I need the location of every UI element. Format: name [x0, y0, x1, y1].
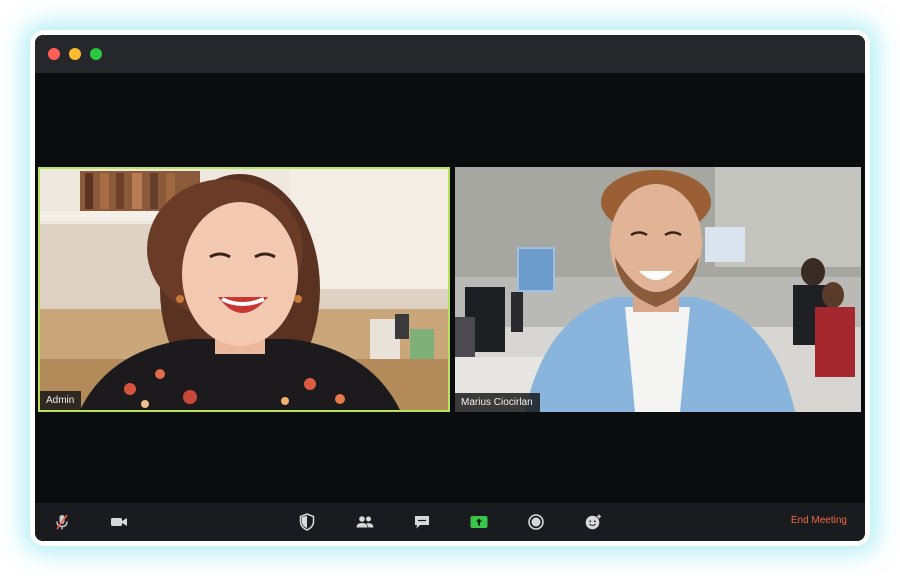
- title-bar: [35, 35, 865, 73]
- meeting-window: Admin Marius Ciocirlan End Meeting: [35, 35, 865, 541]
- mute-mic-icon[interactable]: [52, 512, 72, 532]
- share-screen-icon[interactable]: [469, 512, 489, 532]
- video-camera-icon[interactable]: [109, 512, 129, 532]
- chat-icon[interactable]: [412, 512, 432, 532]
- reactions-icon[interactable]: [583, 512, 603, 532]
- close-window-button[interactable]: [48, 48, 60, 60]
- participant-video-admin: [40, 169, 448, 410]
- end-meeting-button[interactable]: End Meeting: [791, 515, 847, 526]
- video-tile-marius[interactable]: Marius Ciocirlan: [455, 167, 861, 412]
- participants-icon[interactable]: [355, 512, 375, 532]
- minimize-window-button[interactable]: [69, 48, 81, 60]
- record-icon[interactable]: [526, 512, 546, 532]
- participant-name-label: Admin: [40, 391, 82, 410]
- meeting-toolbar: End Meeting: [35, 503, 865, 541]
- video-tile-admin[interactable]: Admin: [38, 167, 450, 412]
- zoom-window-button[interactable]: [90, 48, 102, 60]
- page: Admin Marius Ciocirlan End Meeting: [0, 0, 900, 576]
- participant-video-marius: [455, 167, 861, 412]
- participant-name-label: Marius Ciocirlan: [455, 393, 540, 412]
- security-shield-icon[interactable]: [297, 512, 317, 532]
